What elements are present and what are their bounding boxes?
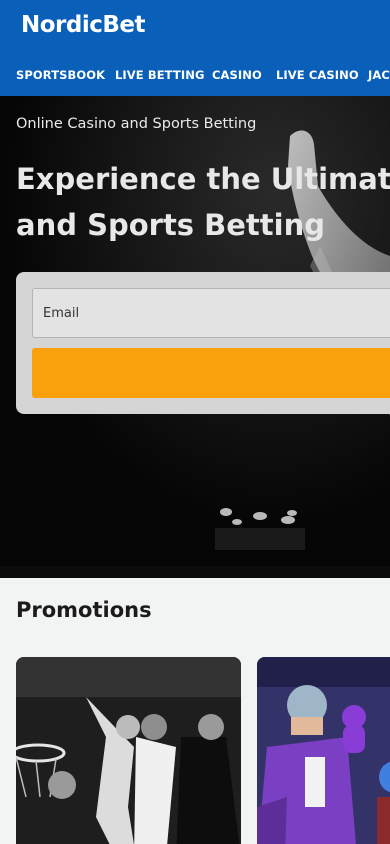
- nordicbet-logo[interactable]: NordicBet: [21, 12, 146, 38]
- promo-card-slots[interactable]: [257, 657, 390, 844]
- main-nav: SPORTSBOOK LIVE BETTING CASINO LIVE CASI…: [0, 64, 390, 88]
- signup-form: [16, 272, 390, 414]
- hero-title-line-1: Experience the Ultimate N: [16, 162, 390, 196]
- signup-button[interactable]: [32, 348, 390, 398]
- slot-game-promo-image: [257, 657, 390, 844]
- site-header: NordicBet SPORTSBOOK LIVE BETTING CASINO…: [0, 0, 390, 96]
- nav-item-casino[interactable]: CASINO: [212, 68, 262, 82]
- nav-item-jackpots[interactable]: JAC: [368, 68, 390, 82]
- hero-subtitle: Online Casino and Sports Betting: [16, 116, 257, 132]
- promotions-heading: Promotions: [16, 598, 152, 622]
- nav-item-live-betting[interactable]: LIVE BETTING: [115, 68, 204, 82]
- nav-item-live-casino[interactable]: LIVE CASINO: [276, 68, 359, 82]
- email-field[interactable]: [32, 288, 390, 338]
- nav-item-sportsbook[interactable]: SPORTSBOOK: [16, 68, 105, 82]
- hero-banner: Online Casino and Sports Betting Experie…: [0, 96, 390, 578]
- promo-card-basketball[interactable]: [16, 657, 241, 844]
- basketball-promo-image: [16, 657, 241, 844]
- hero-title: Experience the Ultimate N and Sports Bet…: [16, 156, 390, 248]
- hero-title-line-2: and Sports Betting: [16, 208, 326, 242]
